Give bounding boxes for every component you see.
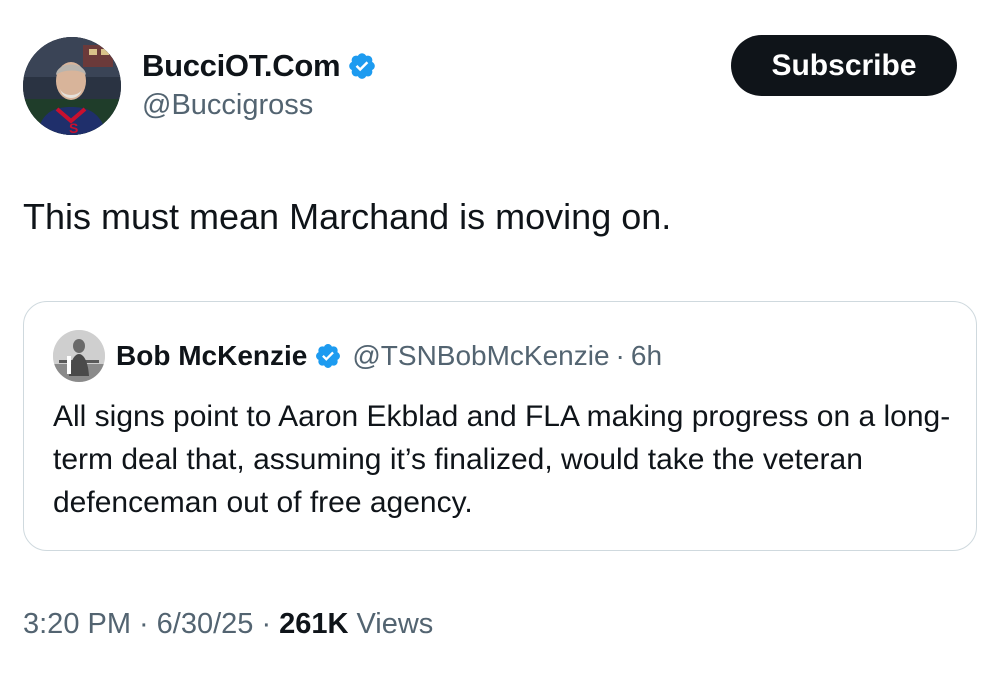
author-display-name[interactable]: BucciOT.Com	[142, 48, 341, 84]
quoted-author-avatar-image	[53, 330, 105, 382]
tweet-text: This must mean Marchand is moving on.	[23, 196, 672, 237]
author-avatar-image: S	[23, 37, 121, 135]
views-count[interactable]: 261K	[279, 608, 348, 641]
quoted-header-separator: ·	[615, 340, 625, 371]
svg-text:S: S	[69, 120, 78, 135]
quoted-tweet-time[interactable]: 6h	[631, 340, 662, 372]
subscribe-button[interactable]: Subscribe	[731, 35, 957, 96]
tweet-meta: 3:20 PM · 6/30/25 · 261K Views	[23, 608, 433, 641]
quoted-tweet-header: Bob McKenzie @TSNBobMcKenzie · 6h	[116, 338, 662, 374]
quoted-author-name[interactable]: Bob McKenzie	[116, 340, 307, 372]
tweet-page: S BucciOT.Com @Buccigross Subscribe This…	[0, 0, 1000, 675]
meta-separator: ·	[139, 608, 149, 640]
tweet-date[interactable]: 6/30/25	[157, 608, 254, 641]
author-handle[interactable]: @Buccigross	[142, 89, 313, 122]
verified-badge-icon	[347, 51, 377, 81]
quoted-tweet-card[interactable]: Bob McKenzie @TSNBobMcKenzie · 6h All si…	[23, 301, 977, 551]
views-label: Views	[356, 608, 434, 640]
meta-separator: ·	[261, 608, 272, 640]
verified-badge-icon	[314, 342, 342, 370]
tweet-time[interactable]: 3:20 PM	[23, 608, 131, 641]
quoted-tweet-text: All signs point to Aaron Ekblad and FLA …	[53, 400, 951, 519]
quoted-author-handle[interactable]: @TSNBobMcKenzie	[352, 340, 609, 372]
author-name-row[interactable]: BucciOT.Com	[142, 45, 377, 87]
author-avatar[interactable]: S	[23, 37, 121, 135]
quoted-author-avatar[interactable]	[53, 330, 105, 382]
